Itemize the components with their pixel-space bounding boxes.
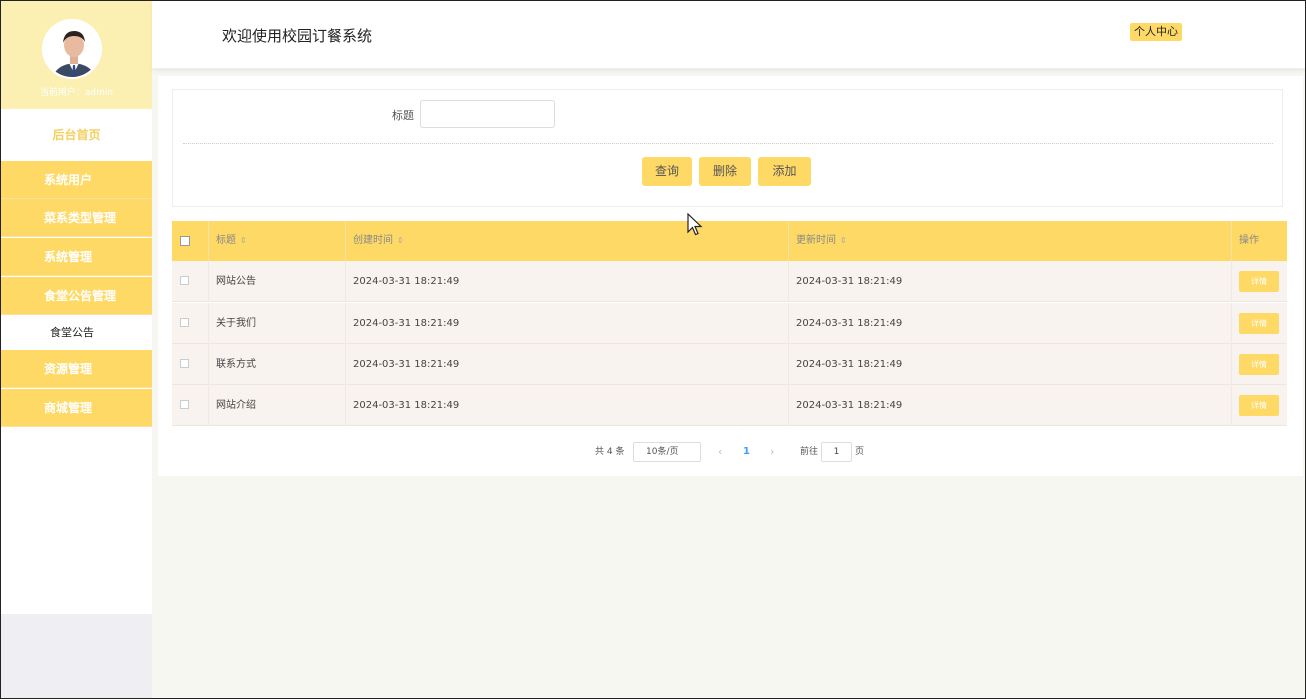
- avatar: [42, 19, 102, 79]
- title-search-label: 标题: [392, 109, 414, 122]
- column-header-created[interactable]: 创建时间 ⇕: [346, 221, 789, 261]
- column-header-action: 操作: [1239, 235, 1259, 246]
- form-divider: [183, 143, 1273, 144]
- sort-icon[interactable]: ⇕: [397, 236, 404, 245]
- detail-button[interactable]: 详情: [1239, 313, 1279, 334]
- column-header-title[interactable]: 标题 ⇕: [209, 221, 346, 261]
- next-page-icon[interactable]: ›: [770, 442, 774, 462]
- page-number-current[interactable]: 1: [743, 442, 750, 462]
- table-header: 标题 ⇕ 创建时间 ⇕ 更新时间 ⇕ 操作: [172, 221, 1287, 261]
- mouse-cursor-icon: [687, 213, 703, 236]
- row-title: 网站介绍: [209, 385, 346, 426]
- select-all-checkbox[interactable]: [180, 236, 190, 246]
- sidebar: 当前用户：admin 后台首页 系统用户 菜系类型管理 系统管理 食堂公告管理 …: [1, 1, 152, 698]
- column-header-updated[interactable]: 更新时间 ⇕: [789, 221, 1232, 261]
- add-button[interactable]: 添加: [758, 157, 811, 186]
- page-title: 欢迎使用校园订餐系统: [222, 27, 373, 45]
- detail-button[interactable]: 详情: [1239, 271, 1279, 292]
- row-created: 2024-03-31 18:21:49: [346, 344, 789, 385]
- row-title: 网站公告: [209, 261, 346, 302]
- sidebar-subitem-canteen-notice[interactable]: 食堂公告: [1, 315, 152, 350]
- page-unit-label: 页: [855, 447, 865, 457]
- row-checkbox[interactable]: [180, 276, 189, 285]
- goto-page-input[interactable]: 1: [821, 442, 852, 462]
- detail-button[interactable]: 详情: [1239, 395, 1279, 416]
- sidebar-item-home[interactable]: 后台首页: [1, 109, 152, 161]
- sidebar-item-mall[interactable]: 商城管理: [1, 389, 152, 427]
- row-updated: 2024-03-31 18:21:49: [789, 303, 1232, 344]
- detail-button[interactable]: 详情: [1239, 354, 1279, 375]
- row-updated: 2024-03-31 18:21:49: [789, 385, 1232, 426]
- sidebar-item-system-management[interactable]: 系统管理: [1, 238, 152, 276]
- table-row: 网站公告 2024-03-31 18:21:49 2024-03-31 18:2…: [172, 261, 1287, 302]
- title-search-input[interactable]: [420, 100, 555, 128]
- row-title: 关于我们: [209, 303, 346, 344]
- table-row: 联系方式 2024-03-31 18:21:49 2024-03-31 18:2…: [172, 344, 1287, 385]
- row-checkbox[interactable]: [180, 318, 189, 327]
- row-updated: 2024-03-31 18:21:49: [789, 261, 1232, 302]
- query-button[interactable]: 查询: [642, 157, 692, 186]
- sort-icon[interactable]: ⇕: [840, 236, 847, 245]
- table-row: 网站介绍 2024-03-31 18:21:49 2024-03-31 18:2…: [172, 385, 1287, 426]
- table-row: 关于我们 2024-03-31 18:21:49 2024-03-31 18:2…: [172, 303, 1287, 344]
- row-title: 联系方式: [209, 344, 346, 385]
- sort-icon[interactable]: ⇕: [240, 236, 247, 245]
- sidebar-item-canteen-notices[interactable]: 食堂公告管理: [1, 277, 152, 315]
- top-header: 欢迎使用校园订餐系统 个人中心: [152, 1, 1305, 69]
- row-checkbox[interactable]: [180, 359, 189, 368]
- row-checkbox[interactable]: [180, 400, 189, 409]
- row-created: 2024-03-31 18:21:49: [346, 385, 789, 426]
- row-created: 2024-03-31 18:21:49: [346, 303, 789, 344]
- header-select-cell: [172, 221, 209, 261]
- sidebar-item-system-users[interactable]: 系统用户: [1, 161, 152, 199]
- current-user-label: 当前用户：admin: [39, 88, 114, 98]
- sidebar-item-cuisine-types[interactable]: 菜系类型管理: [1, 199, 152, 237]
- delete-button[interactable]: 删除: [699, 157, 751, 186]
- row-created: 2024-03-31 18:21:49: [346, 261, 789, 302]
- goto-label: 前往: [800, 447, 819, 457]
- prev-page-icon[interactable]: ‹: [718, 442, 722, 462]
- personal-center-button[interactable]: 个人中心: [1130, 23, 1182, 41]
- row-updated: 2024-03-31 18:21:49: [789, 344, 1232, 385]
- search-form: 标题 查询 删除 添加: [172, 89, 1283, 207]
- sidebar-item-resources[interactable]: 资源管理: [1, 350, 152, 388]
- page-size-select[interactable]: 10条/页: [633, 442, 701, 462]
- pagination-total: 共 4 条: [595, 447, 625, 457]
- user-panel: 当前用户：admin: [1, 1, 152, 109]
